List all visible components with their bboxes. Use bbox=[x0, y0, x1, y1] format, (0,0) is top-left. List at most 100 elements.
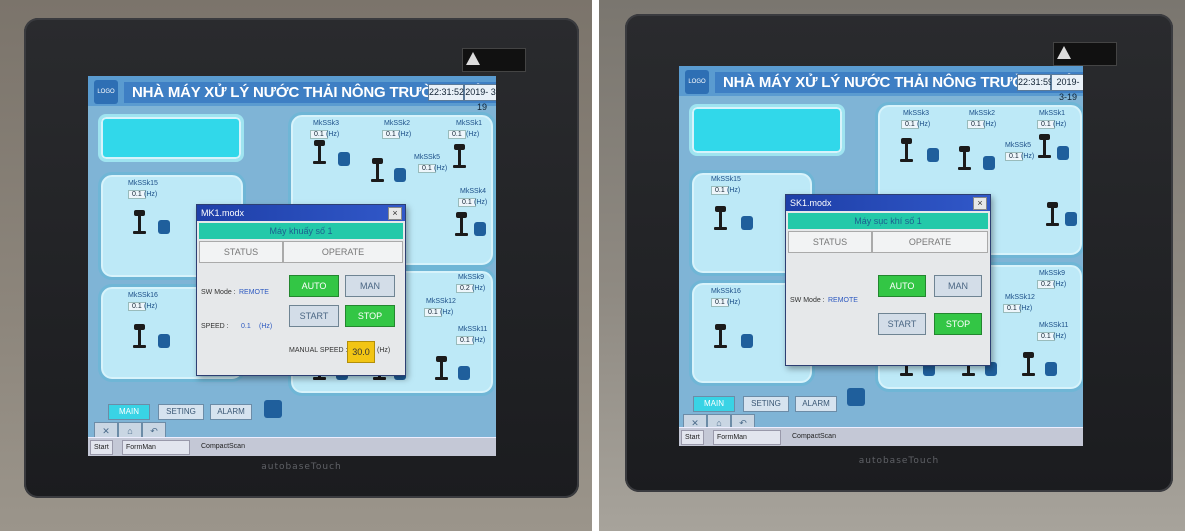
tank-storage bbox=[98, 114, 244, 162]
pump-icon[interactable] bbox=[741, 216, 753, 230]
warning-label bbox=[462, 48, 526, 72]
equipment-unit: (Hz) bbox=[727, 187, 741, 194]
tab-setting[interactable]: SETING bbox=[158, 404, 204, 420]
speed-label: SPEED : bbox=[201, 323, 229, 330]
auto-button[interactable]: AUTO bbox=[289, 275, 339, 297]
man-button[interactable]: MAN bbox=[934, 275, 982, 297]
auto-button[interactable]: AUTO bbox=[878, 275, 926, 297]
pump-icon[interactable] bbox=[983, 156, 995, 170]
clock-time: 22:31:59 bbox=[1017, 74, 1053, 91]
pump-icon[interactable] bbox=[474, 222, 486, 236]
equipment-unit: (Hz) bbox=[1053, 333, 1067, 340]
stop-button[interactable]: STOP bbox=[934, 313, 982, 335]
pump-icon[interactable] bbox=[741, 334, 753, 348]
pump-icon[interactable] bbox=[1057, 146, 1069, 160]
pump-icon[interactable] bbox=[338, 152, 350, 166]
speed-value: 0.1 bbox=[241, 323, 251, 330]
start-button[interactable]: START bbox=[289, 305, 339, 327]
photo-divider bbox=[592, 0, 599, 531]
start-button[interactable]: Start bbox=[90, 440, 113, 455]
equipment-tag: MkSSk5 bbox=[414, 154, 441, 161]
mixer-icon[interactable] bbox=[435, 356, 448, 380]
mixer-icon[interactable] bbox=[455, 212, 468, 236]
mixer-control-dialog: MK1.modx × Máy khuấy số 1 STATUS OPERATE… bbox=[196, 204, 406, 376]
taskbar-app[interactable]: FormMan bbox=[713, 430, 781, 445]
equipment-tag: MkSSk15 bbox=[711, 176, 741, 183]
tab-alarm[interactable]: ALARM bbox=[210, 404, 252, 420]
mixer-icon[interactable] bbox=[1046, 202, 1059, 226]
clock-date: 2019- 3-19 bbox=[1051, 74, 1083, 102]
close-button[interactable]: × bbox=[973, 197, 987, 210]
equipment-tag: MkSSk9 bbox=[458, 274, 485, 281]
tank-storage bbox=[689, 104, 845, 156]
taskbar-status: CompactScan bbox=[792, 433, 836, 440]
equipment-tag: MkSSk15 bbox=[128, 180, 158, 187]
warning-label bbox=[1053, 42, 1117, 66]
dialog-header: Máy sục khí số 1 bbox=[788, 213, 988, 229]
equipment-unit: (Hz) bbox=[144, 303, 158, 310]
equipment-tag: MkSSk3 bbox=[903, 110, 930, 117]
equipment-unit: (Hz) bbox=[472, 337, 486, 344]
speed-unit: (Hz) bbox=[259, 323, 273, 330]
brand-label: autobaseTouch bbox=[858, 456, 940, 466]
mixer-icon[interactable] bbox=[714, 324, 727, 348]
hmi-screen: LOGO NHÀ MÁY XỬ LÝ NƯỚC THẢI NÔNG TRƯỜNG… bbox=[679, 66, 1083, 446]
sw-mode-value: REMOTE bbox=[828, 297, 858, 304]
equipment-unit: (Hz) bbox=[474, 199, 488, 206]
left-photo: autobaseTouch LOGO NHÀ MÁY XỬ LÝ NƯỚC TH… bbox=[0, 0, 592, 531]
mixer-icon[interactable] bbox=[133, 324, 146, 348]
equipment-tag: MkSSk2 bbox=[969, 110, 996, 117]
hand-icon[interactable] bbox=[264, 400, 282, 418]
hmi-bezel: autobaseTouch LOGO NHÀ MÁY XỬ LÝ NƯỚC TH… bbox=[24, 18, 579, 498]
equipment-unit: (Hz) bbox=[983, 121, 997, 128]
mixer-icon[interactable] bbox=[1022, 352, 1035, 376]
equipment-tag: MkSSk11 bbox=[1039, 322, 1069, 329]
equipment-tag: MkSSk5 bbox=[1005, 142, 1032, 149]
warning-icon bbox=[466, 52, 480, 65]
company-logo: LOGO bbox=[685, 70, 709, 94]
equipment-unit: (Hz) bbox=[1021, 153, 1035, 160]
dialog-title: SK1.modx bbox=[786, 195, 990, 211]
hand-icon[interactable] bbox=[847, 388, 865, 406]
pump-icon[interactable] bbox=[158, 220, 170, 234]
mixer-icon[interactable] bbox=[958, 146, 971, 170]
mixer-icon[interactable] bbox=[900, 138, 913, 162]
close-button[interactable]: × bbox=[388, 207, 402, 220]
taskbar: Start FormMan CompactScan bbox=[88, 437, 496, 456]
taskbar-status: CompactScan bbox=[201, 443, 245, 450]
tab-setting[interactable]: SETING bbox=[743, 396, 789, 412]
equipment-unit: (Hz) bbox=[472, 285, 486, 292]
pump-icon[interactable] bbox=[394, 168, 406, 182]
pump-icon[interactable] bbox=[927, 148, 939, 162]
pump-icon[interactable] bbox=[458, 366, 470, 380]
tab-main[interactable]: MAIN bbox=[693, 396, 735, 412]
manual-speed-unit: (Hz) bbox=[377, 347, 391, 354]
pump-icon[interactable] bbox=[1045, 362, 1057, 376]
stop-button[interactable]: STOP bbox=[345, 305, 395, 327]
mixer-icon[interactable] bbox=[714, 206, 727, 230]
start-button[interactable]: START bbox=[878, 313, 926, 335]
mixer-icon[interactable] bbox=[371, 158, 384, 182]
equipment-tag: MkSSk1 bbox=[1039, 110, 1066, 117]
equipment-unit: (Hz) bbox=[144, 191, 158, 198]
start-button[interactable]: Start bbox=[681, 430, 704, 445]
sw-mode-label: SW Mode : bbox=[790, 297, 825, 304]
mixer-icon[interactable] bbox=[453, 144, 466, 168]
brand-label: autobaseTouch bbox=[261, 462, 342, 472]
hmi-bezel: autobaseTouch LOGO NHÀ MÁY XỬ LÝ NƯỚC TH… bbox=[625, 14, 1173, 492]
clock-date: 2019- 3-19 bbox=[464, 84, 496, 112]
pump-icon[interactable] bbox=[1065, 212, 1077, 226]
tab-alarm[interactable]: ALARM bbox=[795, 396, 837, 412]
equipment-unit: (Hz) bbox=[1053, 281, 1067, 288]
hmi-screen: LOGO NHÀ MÁY XỬ LÝ NƯỚC THẢI NÔNG TRƯỜNG… bbox=[88, 76, 496, 456]
pump-icon[interactable] bbox=[158, 334, 170, 348]
mixer-icon[interactable] bbox=[313, 140, 326, 164]
taskbar-app[interactable]: FormMan bbox=[122, 440, 190, 455]
mixer-icon[interactable] bbox=[1038, 134, 1051, 158]
dialog-title: MK1.modx bbox=[197, 205, 405, 221]
man-button[interactable]: MAN bbox=[345, 275, 395, 297]
tab-main[interactable]: MAIN bbox=[108, 404, 150, 420]
manual-speed-input[interactable]: 30.0 bbox=[347, 341, 375, 363]
equipment-tag: MkSSk1 bbox=[456, 120, 483, 127]
mixer-icon[interactable] bbox=[133, 210, 146, 234]
